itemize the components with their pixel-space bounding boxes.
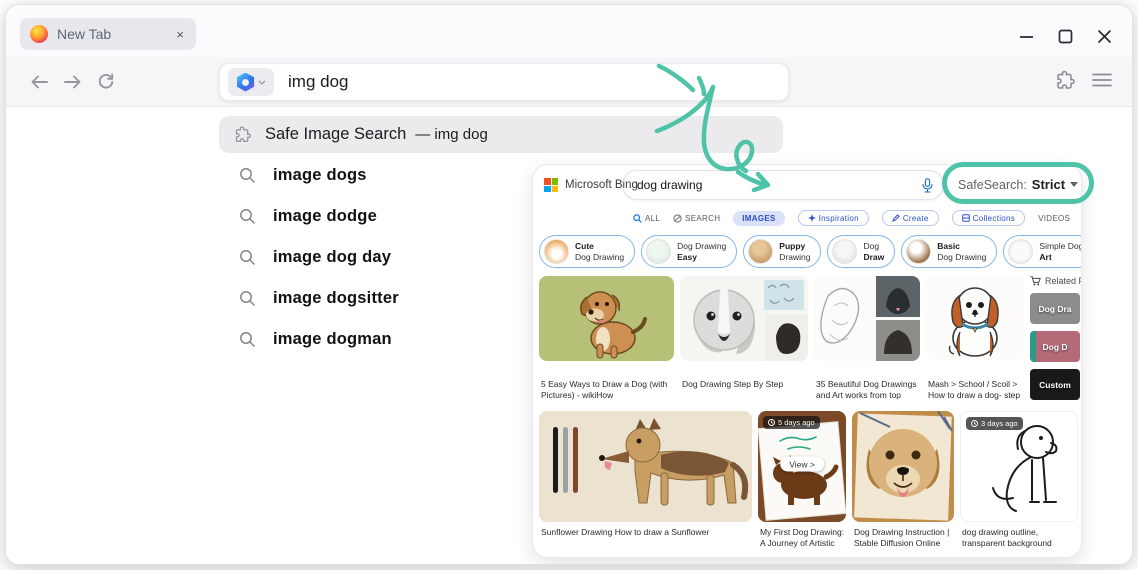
puzzle-icon [235, 126, 251, 143]
pencil-icon [892, 214, 900, 222]
bing-tab-videos: VIDEOS [1038, 213, 1071, 223]
dog-thumb-icon [544, 239, 569, 264]
result-caption: 35 Beautiful Dog Drawings and Art works … [816, 379, 917, 403]
maximize-button[interactable] [1058, 29, 1073, 44]
sparkle-icon [807, 214, 816, 222]
tab-title: New Tab [57, 26, 112, 42]
browser-window: New Tab × img dog Safe Image Search — im… [5, 4, 1133, 565]
extensions-puzzle-icon[interactable] [1054, 69, 1076, 96]
microsoft-logo-icon [544, 178, 558, 192]
navigation-toolbar: img dog [6, 57, 1132, 107]
result-image-retriever-drawing [852, 411, 954, 522]
forward-button[interactable] [62, 72, 84, 92]
bing-tab-strip: ALL SEARCH IMAGES Inspiration Create Col… [533, 207, 1081, 229]
bing-tab-search: SEARCH [673, 214, 720, 223]
search-icon [240, 250, 255, 265]
recency-badge: 3 days ago [966, 417, 1023, 430]
pill-puppy-drawing: Puppy Drawing [743, 235, 822, 268]
related-products-title: Related P [1030, 276, 1081, 286]
caret-down-icon [1070, 182, 1079, 187]
related-product-thumb: Dog D [1030, 331, 1080, 362]
bing-tab-all: ALL [633, 214, 660, 223]
result-caption: Dog Drawing Instruction | Stable Diffusi… [854, 527, 950, 549]
pill-cute-dog-drawing: Cute Dog Drawing [539, 235, 636, 268]
clock-icon [971, 420, 978, 427]
firefox-icon [30, 25, 48, 43]
result-caption: Mash > School / Scoil > How to draw a do… [928, 379, 1021, 403]
chevron-down-icon [258, 80, 266, 85]
bing-tab-inspiration: Inspiration [797, 210, 869, 226]
collections-icon [961, 214, 970, 222]
search-icon [240, 209, 255, 224]
pill-dog-draw: Dog Draw [827, 235, 896, 268]
dog-thumb-icon [1008, 239, 1034, 264]
safesearch-label: SafeSearch: [958, 177, 1027, 192]
bing-tab-images: IMAGES [733, 210, 785, 226]
result-image-wikihow-cartoon-dog [539, 276, 674, 361]
bing-search-box: dog drawing [622, 170, 944, 200]
safesearch-dropdown: SafeSearch: Strict [958, 177, 1079, 192]
result-caption: dog drawing outline, transparent backgro… [962, 527, 1052, 551]
cart-icon [1030, 276, 1041, 286]
url-bar[interactable]: img dog [219, 63, 789, 101]
result-image-cavalier-puppy-drawing [926, 276, 1024, 361]
minimize-button[interactable] [1019, 29, 1034, 44]
result-image-pencil-dog-collage [814, 276, 920, 361]
url-input-value[interactable]: img dog [288, 72, 348, 92]
bing-preview-screenshot: Microsoft Bing dog drawing SafeSearch: S… [532, 164, 1082, 558]
tab-new-tab[interactable]: New Tab × [20, 18, 196, 50]
title-bar: New Tab × [6, 5, 1132, 57]
search-engine-icon [236, 72, 255, 92]
dog-thumb-icon [906, 239, 932, 264]
search-icon [633, 213, 642, 223]
microphone-icon [922, 177, 933, 193]
tab-close-icon[interactable]: × [174, 28, 186, 41]
suggestion-safe-image-search[interactable]: Safe Image Search — img dog [219, 116, 783, 153]
search-icon [240, 291, 255, 306]
bing-tab-collections: Collections [951, 210, 1026, 226]
clock-icon [768, 419, 775, 426]
pill-dog-drawing-easy: Dog Drawing Easy [641, 235, 738, 268]
menu-hamburger-icon[interactable] [1092, 72, 1112, 93]
search-engine-chip[interactable] [228, 68, 274, 96]
reload-button[interactable] [96, 72, 116, 92]
dog-thumb-icon [832, 239, 858, 264]
search-icon [240, 168, 255, 183]
window-controls [1019, 29, 1112, 44]
view-button: View > [780, 456, 824, 472]
result-caption: My First Dog Drawing: A Journey of Artis… [760, 527, 845, 551]
pill-basic-dog-drawing: Basic Dog Drawing [901, 235, 998, 268]
result-image-shepherd-marker-drawing [539, 411, 752, 522]
related-product-thumb: Custom [1030, 369, 1080, 400]
selected-suggestion-query: — img dog [415, 126, 488, 143]
result-caption: Dog Drawing Step By Step [682, 379, 784, 389]
result-image-dog-outline-png: 3 days ago [960, 411, 1078, 522]
close-button[interactable] [1097, 29, 1112, 44]
result-image-gray-puppy-drawing [680, 276, 808, 361]
result-caption: Sunflower Drawing How to draw a Sunflowe… [541, 527, 710, 537]
search-icon [240, 332, 255, 347]
recency-badge: 5 days ago [763, 416, 820, 429]
pill-simple-dog-art: Simple Dog Art [1003, 235, 1081, 268]
globe-icon [673, 213, 682, 223]
dog-thumb-icon [646, 239, 672, 264]
query-pill-row: Cute Dog Drawing Dog Drawing Easy Puppy Dra… [539, 235, 1081, 268]
dog-thumb-icon [748, 239, 774, 264]
safesearch-value: Strict [1031, 177, 1066, 192]
result-image-first-dog-drawing: 5 days ago View > [758, 411, 846, 522]
related-products-panel: Related P Dog Dra Dog D Custom [1030, 276, 1081, 400]
bing-search-value: dog drawing [637, 178, 703, 192]
bing-tab-create: Create [881, 210, 939, 226]
related-product-thumb: Dog Dra [1030, 293, 1080, 324]
result-caption: 5 Easy Ways to Draw a Dog (with Pictures… [541, 379, 668, 401]
back-button[interactable] [28, 72, 50, 92]
selected-suggestion-title: Safe Image Search [265, 125, 407, 143]
